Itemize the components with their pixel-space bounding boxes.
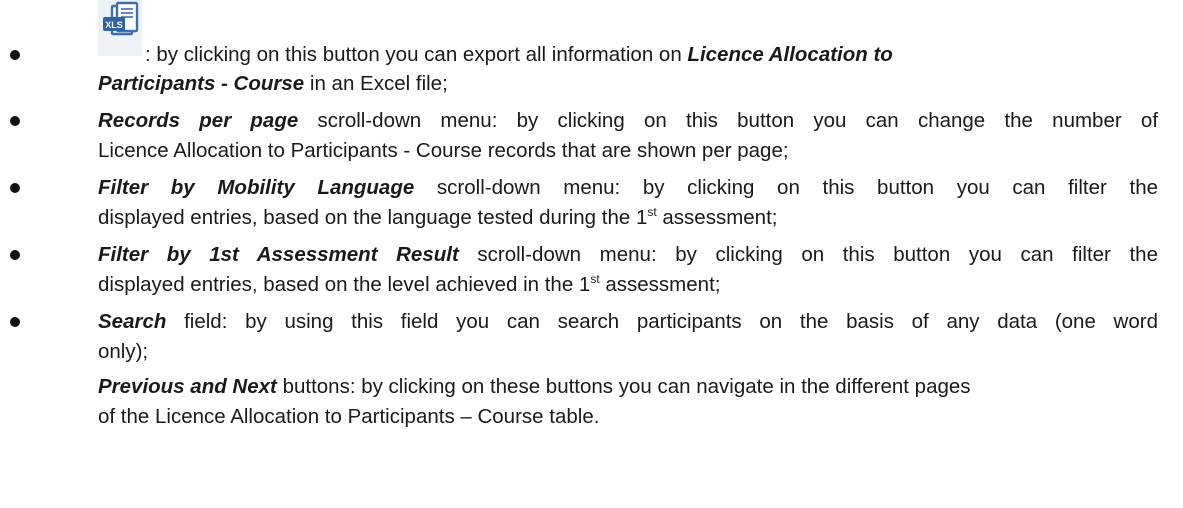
xls-export-icon: XLS — [98, 0, 142, 56]
item-text: in an Excel file; — [304, 72, 448, 95]
bullet-dot — [10, 183, 20, 193]
item-emphasis: Search — [98, 310, 167, 333]
item-emphasis: Previous and Next — [98, 375, 277, 398]
item-text: buttons: by clicking on these buttons yo… — [276, 375, 971, 398]
bullet-dot — [10, 50, 20, 60]
item-text: of the Licence Allocation to Participant… — [98, 405, 600, 428]
item-text: scroll-down menu: by clicking on this bu… — [298, 109, 1159, 132]
item-emphasis: Participants - Course — [98, 72, 305, 95]
item-text: displayed entries, based on the level ac… — [98, 273, 591, 296]
paragraph-previous-next-line2: of the Licence Allocation to Participant… — [98, 402, 1158, 432]
list-item-filter-result-line2: displayed entries, based on the level ac… — [98, 270, 1158, 300]
item-emphasis: Filter by Mobility Language — [98, 176, 415, 199]
bullet-dot — [10, 250, 20, 260]
item-emphasis: Licence Allocation to — [687, 43, 893, 66]
item-text: scroll-down menu: by clicking on this bu… — [458, 243, 1158, 266]
list-item-filter-language-line2: displayed entries, based on the language… — [98, 203, 1158, 233]
xls-icon-label: XLS — [105, 20, 123, 30]
list-item-filter-result: Filter by 1st Assessment Result scroll-d… — [98, 240, 1158, 270]
item-text: field: by using this field you can searc… — [166, 310, 1158, 333]
item-emphasis: Filter by 1st Assessment Result — [98, 243, 459, 266]
item-text: assessment; — [656, 206, 778, 229]
list-item-search: Search field: by using this field you ca… — [98, 307, 1158, 337]
list-item-filter-language: Filter by Mobility Language scroll-down … — [98, 173, 1158, 203]
bullet-dot — [10, 317, 20, 327]
help-document: XLS : by clicking on this button you can… — [0, 0, 1183, 508]
item-text: Licence Allocation to Participants - Cou… — [98, 139, 789, 162]
list-item-export: : by clicking on this button you can exp… — [145, 40, 1158, 70]
paragraph-previous-next: Previous and Next buttons: by clicking o… — [98, 372, 1158, 402]
list-item-records-per-page: Records per page scroll-down menu: by cl… — [98, 106, 1158, 136]
list-item-search-line2: only); — [98, 337, 1158, 367]
item-text: only); — [98, 340, 149, 363]
item-text: scroll-down menu: by clicking on this bu… — [414, 176, 1158, 199]
item-text: assessment; — [599, 273, 721, 296]
item-text: displayed entries, based on the language… — [98, 206, 648, 229]
list-item-records-per-page-line2: Licence Allocation to Participants - Cou… — [98, 136, 1158, 166]
ordinal-suffix: st — [590, 272, 600, 286]
item-emphasis: Records per page — [98, 109, 299, 132]
ordinal-suffix: st — [647, 205, 657, 219]
list-item-export-line2: Participants - Course in an Excel file; — [98, 69, 1158, 99]
item-text: : by clicking on this button you can exp… — [145, 43, 688, 66]
bullet-dot — [10, 116, 20, 126]
